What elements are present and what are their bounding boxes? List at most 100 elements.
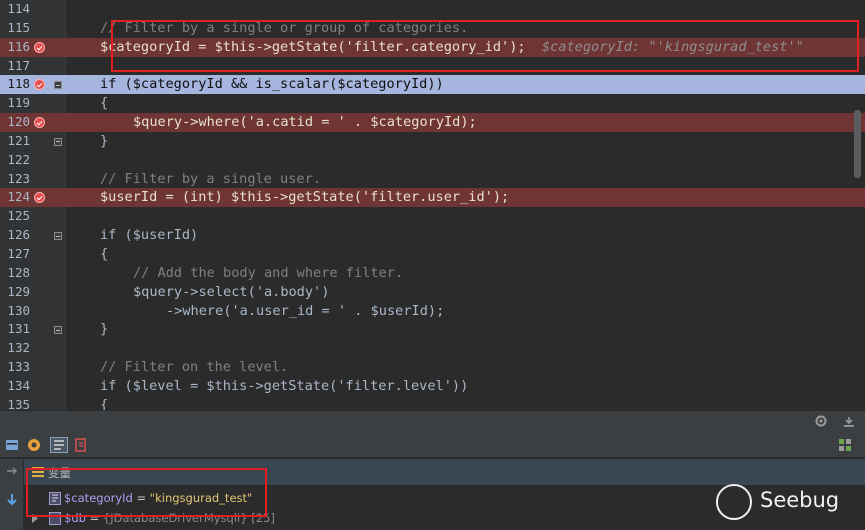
code-token: if ($userId) — [100, 227, 199, 244]
line-number[interactable]: 135 — [0, 396, 30, 410]
code-line[interactable]: 123 // Filter by a single user. — [0, 170, 865, 189]
variable-value: "kingsgurad_test" — [149, 491, 253, 505]
line-number[interactable]: 124 — [0, 188, 30, 207]
console-icon[interactable] — [74, 438, 88, 452]
line-number[interactable]: 128 — [0, 264, 30, 283]
line-number[interactable]: 116 — [0, 38, 30, 57]
line-number[interactable]: 123 — [0, 170, 30, 189]
line-number[interactable]: 122 — [0, 151, 30, 170]
code-token: $query->where('a.catid = ' . $categoryId… — [133, 114, 477, 131]
code-text: $query->select('a.body') — [100, 283, 329, 302]
editor-scrollbar[interactable] — [854, 110, 861, 178]
code-text: // Filter by a single user. — [100, 170, 321, 189]
code-text: if ($level = $this->getState('filter.lev… — [100, 377, 468, 396]
code-text: // Filter on the level. — [100, 358, 288, 377]
watch-icon[interactable] — [27, 438, 41, 452]
variables-side-toolbar — [0, 459, 24, 530]
code-line[interactable]: 116 $categoryId = $this->getState('filter… — [0, 37, 865, 57]
code-token: if ($categoryId && is_scalar($categoryId… — [100, 76, 444, 93]
code-text: $userId = (int) $this->getState('filter.… — [100, 188, 509, 207]
code-line[interactable]: 132 — [0, 339, 865, 358]
line-number[interactable]: 121 — [0, 132, 30, 151]
line-number[interactable]: 131 — [0, 320, 30, 339]
code-line[interactable]: 134 if ($level = $this->getState('filter.… — [0, 377, 865, 396]
frames-icon[interactable] — [5, 438, 19, 452]
code-line[interactable]: 114 — [0, 0, 865, 19]
code-token: } — [100, 321, 109, 338]
line-number[interactable]: 130 — [0, 302, 30, 321]
code-token: { — [100, 95, 109, 112]
code-line[interactable]: 129 $query->select('a.body') — [0, 283, 865, 302]
line-number[interactable]: 120 — [0, 113, 30, 132]
line-number[interactable]: 119 — [0, 94, 30, 113]
code-token: $categoryId = $this->getState('filter.ca… — [100, 38, 526, 55]
code-lines: 114 115 // Filter by a single or group of … — [0, 0, 865, 410]
code-line[interactable]: 131} — [0, 320, 865, 339]
code-text: if ($userId) — [100, 226, 198, 245]
code-comment: // Filter by a single or group of catego… — [100, 19, 469, 36]
line-number[interactable]: 117 — [0, 57, 30, 76]
code-line[interactable]: 127 { — [0, 245, 865, 264]
code-text: { — [100, 94, 108, 113]
variable-equals: = — [132, 491, 150, 505]
code-editor[interactable]: 114 115 // Filter by a single or group of … — [0, 0, 865, 410]
code-line[interactable]: 125 — [0, 207, 865, 226]
line-number[interactable]: 129 — [0, 283, 30, 302]
code-line[interactable]: 118 if ($categoryId && is_scalar($categor… — [0, 75, 865, 95]
code-line[interactable]: 120 $query->where('a.catid = ' . $categor… — [0, 113, 865, 132]
variable-field-icon — [49, 512, 61, 525]
line-number[interactable]: 134 — [0, 377, 30, 396]
code-line[interactable]: 119 { — [0, 94, 865, 113]
code-comment: // Filter on the level. — [100, 359, 289, 376]
breakpoint-icon[interactable] — [34, 192, 45, 204]
code-token: ->where('a.user_id = ' . $userId); — [166, 302, 445, 319]
breakpoint-icon[interactable] — [34, 117, 45, 129]
code-token: } — [100, 132, 109, 149]
code-token: $userId = (int) $this->getState('filter.… — [100, 189, 510, 206]
breakpoint-icon[interactable] — [34, 41, 45, 53]
code-line[interactable]: 115 // Filter by a single or group of cat… — [0, 19, 865, 38]
code-line[interactable]: 135 { — [0, 396, 865, 410]
code-text: ->where('a.user_id = ' . $userId); — [100, 302, 444, 321]
code-line[interactable]: 133 // Filter on the level. — [0, 358, 865, 377]
variables-header-label: 变量 — [48, 466, 71, 480]
line-number[interactable]: 133 — [0, 358, 30, 377]
code-text: // Filter by a single or group of catego… — [100, 19, 468, 38]
code-token: { — [100, 245, 109, 262]
line-number[interactable]: 125 — [0, 207, 30, 226]
line-number[interactable]: 126 — [0, 226, 30, 245]
fold-icon[interactable] — [54, 232, 62, 241]
code-token: { — [100, 396, 109, 410]
code-line[interactable]: 124 $userId = (int) $this->getState('filt… — [0, 188, 865, 208]
line-number[interactable]: 115 — [0, 19, 30, 38]
code-comment: // Add the body and where filter. — [133, 264, 404, 281]
code-text: if ($categoryId && is_scalar($categoryId… — [100, 75, 444, 94]
code-text: } — [100, 132, 108, 151]
inline-debug-value: $categoryId: "'kingsgurad_test'" — [525, 38, 804, 55]
fold-icon[interactable] — [54, 137, 62, 146]
code-line[interactable]: 122 — [0, 151, 865, 170]
line-number[interactable]: 114 — [0, 0, 30, 19]
expand-arrow-icon[interactable] — [31, 514, 39, 523]
variables-icon[interactable] — [50, 437, 68, 453]
line-number[interactable]: 132 — [0, 339, 30, 358]
code-line[interactable]: 128 // Add the body and where filter. — [0, 264, 865, 283]
code-line[interactable]: 117 — [0, 57, 865, 76]
code-text: // Add the body and where filter. — [100, 264, 403, 283]
fold-icon[interactable] — [54, 326, 62, 335]
breakpoint-icon[interactable] — [34, 79, 45, 91]
arrow-right-icon[interactable] — [6, 466, 18, 476]
variable-name: $db — [64, 511, 86, 525]
gear-icon[interactable] — [814, 414, 828, 428]
code-line[interactable]: 121} — [0, 132, 865, 151]
layout-icon[interactable] — [838, 438, 852, 452]
arrow-down-icon[interactable] — [6, 493, 18, 507]
line-number[interactable]: 118 — [0, 75, 30, 94]
line-number[interactable]: 127 — [0, 245, 30, 264]
code-comment: // Filter by a single user. — [100, 170, 321, 187]
fold-icon[interactable] — [54, 81, 62, 90]
variable-name: $categoryId — [64, 491, 133, 505]
hide-panel-icon[interactable] — [842, 414, 856, 428]
code-line[interactable]: 126 if ($userId) — [0, 226, 865, 245]
code-line[interactable]: 130 ->where('a.user_id = ' . $userId); — [0, 302, 865, 321]
